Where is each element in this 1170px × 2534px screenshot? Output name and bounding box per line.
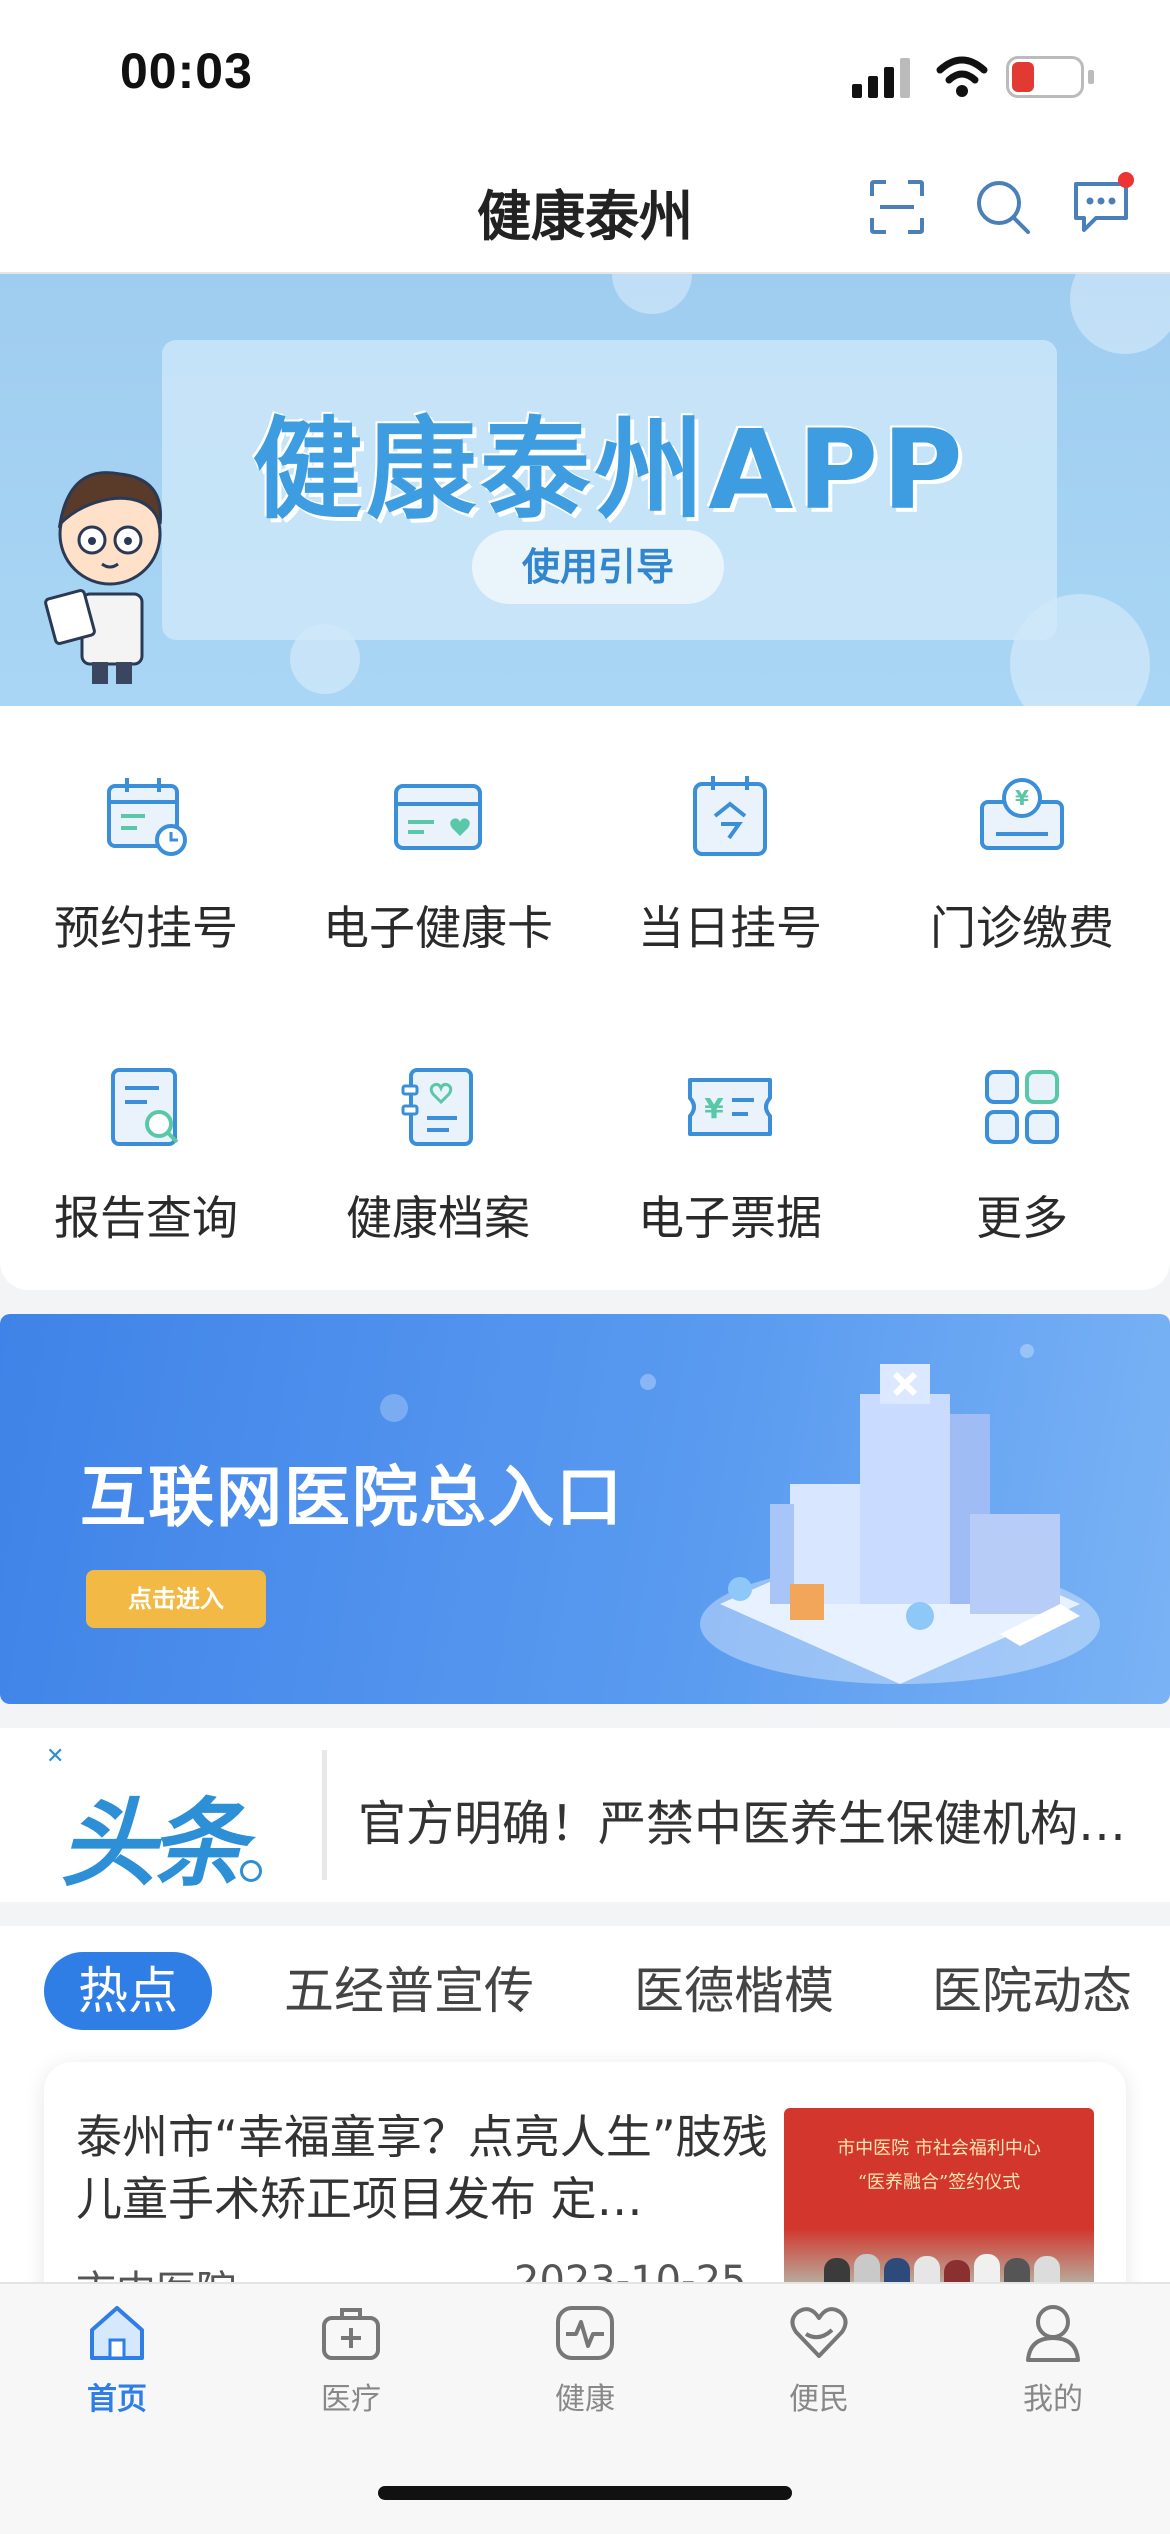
banner-card: 健康泰州APP 使用引导 bbox=[162, 340, 1057, 640]
health-record-icon bbox=[401, 1068, 473, 1146]
headline-text[interactable]: 官方明确！严禁中医养生保健机构… bbox=[358, 1784, 1138, 1854]
guide-banner[interactable]: 健康泰州APP 使用引导 bbox=[0, 274, 1170, 706]
ring-icon bbox=[240, 1860, 262, 1882]
message-icon[interactable] bbox=[1072, 170, 1136, 236]
search-icon[interactable] bbox=[974, 178, 1032, 236]
news-title: 泰州市“幸福童享？点亮人生”肢残儿童手术矫正项目发布 定… bbox=[76, 2110, 768, 2226]
heart-hand-icon bbox=[790, 2307, 848, 2358]
more-grid-icon bbox=[985, 1070, 1059, 1144]
tabbar-health[interactable]: 健康 bbox=[468, 2300, 702, 2418]
home-indicator bbox=[378, 2486, 792, 2500]
service-label: 电子健康卡 bbox=[323, 901, 553, 955]
service-health-record[interactable]: 健康档案 bbox=[292, 1062, 584, 1248]
medical-kit-icon bbox=[322, 2308, 380, 2360]
service-label: 健康档案 bbox=[346, 1191, 530, 1245]
report-search-icon bbox=[111, 1068, 179, 1146]
status-bar: 00:03 7 bbox=[0, 0, 1170, 140]
tabbar-label: 我的 bbox=[1023, 2382, 1083, 2417]
service-same-day[interactable]: 当日挂号 bbox=[584, 772, 876, 958]
tabbar-medical[interactable]: 医疗 bbox=[234, 2300, 468, 2418]
sparkle-icon: ✕ bbox=[46, 1744, 65, 1769]
service-more[interactable]: 更多 bbox=[876, 1062, 1168, 1248]
service-health-card[interactable]: 电子健康卡 bbox=[292, 772, 584, 958]
promo-title: 互联网医院总入口 bbox=[80, 1459, 624, 1536]
signal-icon bbox=[852, 58, 910, 98]
service-appointment[interactable]: 预约挂号 bbox=[0, 772, 292, 958]
battery-level: 7 bbox=[1036, 60, 1054, 93]
tab-role-models[interactable]: 医德楷模 bbox=[634, 1952, 834, 2030]
calendar-clock-icon bbox=[107, 778, 187, 856]
banner-title: 健康泰州APP bbox=[252, 406, 967, 534]
nav-bar: 健康泰州 bbox=[0, 140, 1170, 274]
status-time: 00:03 bbox=[120, 43, 253, 99]
thumbnail-caption: “医养融合”签约仪式 bbox=[857, 2172, 1021, 2193]
service-payment[interactable]: ¥ 门诊缴费 bbox=[876, 772, 1168, 958]
service-label: 门诊缴费 bbox=[930, 901, 1114, 955]
internet-hospital-banner[interactable]: 互联网医院总入口 点击进入 bbox=[0, 1314, 1170, 1704]
svg-text:¥: ¥ bbox=[704, 1092, 724, 1125]
tabbar-label: 健康 bbox=[555, 2382, 615, 2417]
service-label: 更多 bbox=[976, 1191, 1068, 1245]
guide-button[interactable]: 使用引导 bbox=[472, 530, 724, 604]
profile-icon bbox=[1026, 2305, 1080, 2362]
wifi-icon bbox=[936, 56, 988, 97]
service-label: 当日挂号 bbox=[638, 901, 822, 955]
service-report[interactable]: 报告查询 bbox=[0, 1062, 292, 1248]
tab-hot[interactable]: 热点 bbox=[44, 1952, 212, 2030]
hospital-building-icon bbox=[700, 1364, 1100, 1684]
calendar-today-icon bbox=[693, 776, 767, 856]
divider bbox=[322, 1750, 327, 1880]
health-card-icon bbox=[394, 784, 482, 850]
tabbar-profile[interactable]: 我的 bbox=[936, 2300, 1170, 2418]
tab-hospital-news[interactable]: 医院动态 bbox=[932, 1952, 1132, 2030]
thumbnail-caption: 市中医院 市社会福利中心 bbox=[837, 2138, 1041, 2159]
headline-logo: 头条 bbox=[60, 1788, 246, 1900]
tabbar-label: 首页 bbox=[87, 2382, 147, 2417]
service-grid: 预约挂号 电子健康卡 当日挂号 ¥ 门诊缴费 报告查询 健康档案 ¥ 电子票据 … bbox=[0, 706, 1170, 1290]
tab-census[interactable]: 五经普宣传 bbox=[284, 1952, 534, 2030]
service-label: 报告查询 bbox=[54, 1191, 238, 1245]
tabbar-label: 便民 bbox=[789, 2382, 849, 2417]
e-ticket-icon: ¥ bbox=[688, 1078, 772, 1136]
payment-icon: ¥ bbox=[980, 778, 1064, 850]
heartbeat-icon bbox=[556, 2306, 614, 2360]
home-icon bbox=[90, 2306, 144, 2360]
scan-icon[interactable] bbox=[868, 178, 926, 236]
battery-icon: 7 bbox=[1006, 56, 1084, 98]
service-e-ticket[interactable]: ¥ 电子票据 bbox=[584, 1062, 876, 1248]
tabbar-services[interactable]: 便民 bbox=[702, 2300, 936, 2418]
service-label: 预约挂号 bbox=[54, 901, 238, 955]
headline-ticker[interactable]: 头条 ✕ 官方明确！严禁中医养生保健机构… bbox=[0, 1728, 1170, 1902]
enter-button[interactable]: 点击进入 bbox=[86, 1570, 266, 1628]
service-label: 电子票据 bbox=[638, 1191, 822, 1245]
svg-text:¥: ¥ bbox=[1015, 786, 1029, 810]
tabbar-label: 医疗 bbox=[321, 2382, 381, 2417]
tabbar-home[interactable]: 首页 bbox=[0, 2300, 234, 2418]
